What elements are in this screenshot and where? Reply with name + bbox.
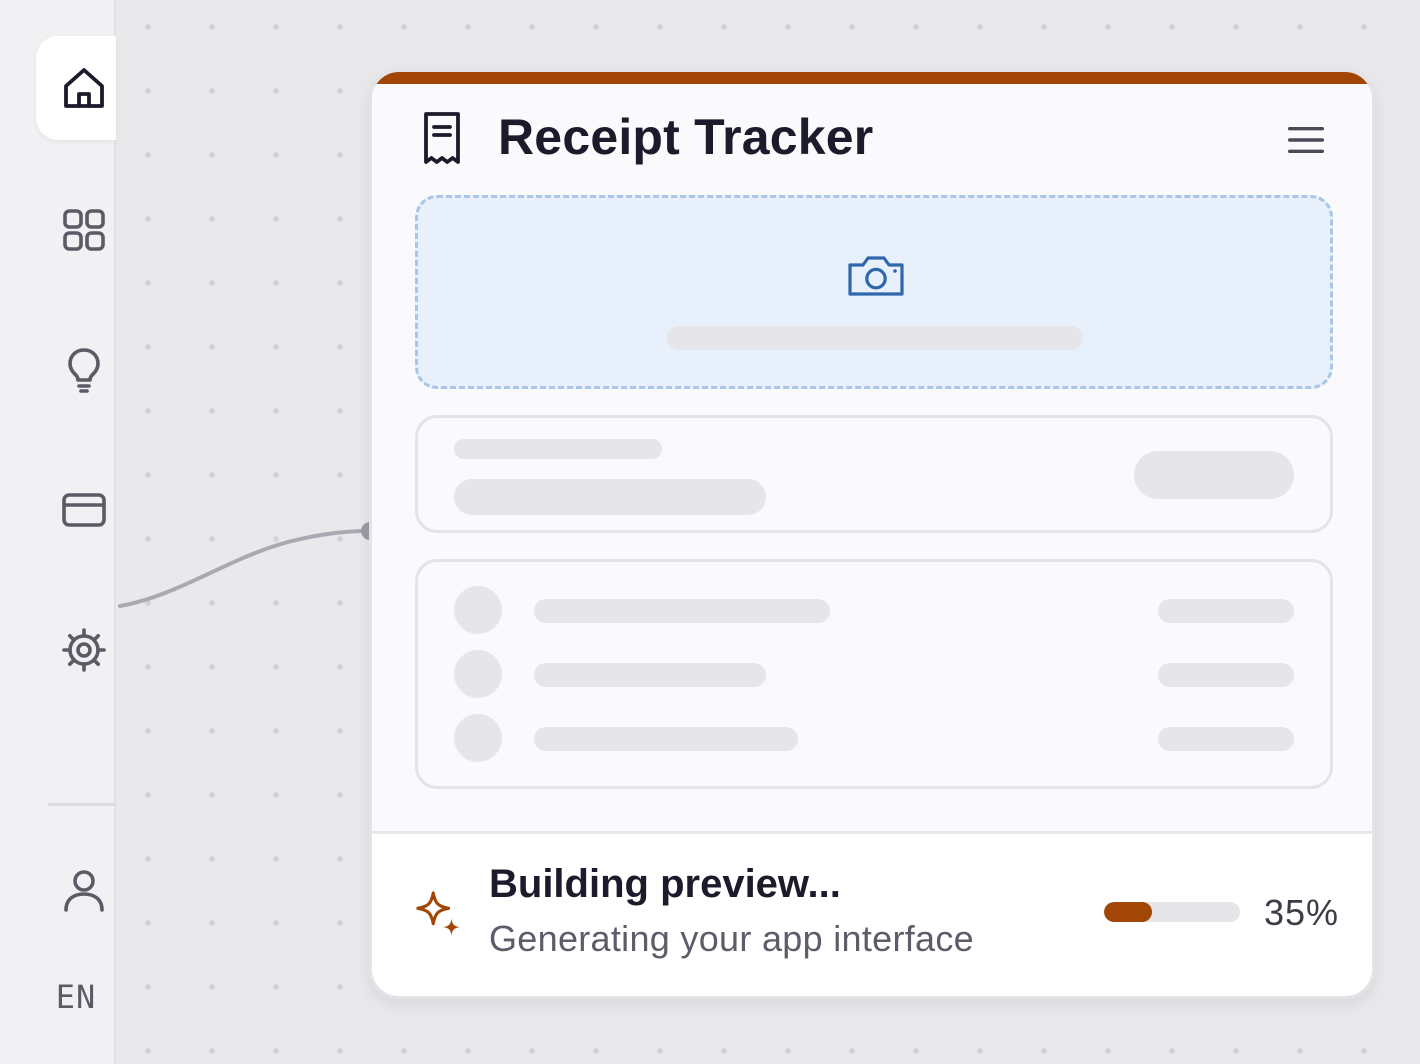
- sidebar-item-apps[interactable]: [36, 178, 116, 282]
- card-accent-bar: [372, 72, 1372, 84]
- sidebar-item-billing[interactable]: [36, 458, 116, 562]
- sidebar-item-ideas[interactable]: [36, 318, 116, 422]
- build-progress-bar: [1104, 902, 1240, 922]
- gear-icon: [62, 628, 106, 672]
- credit-card-icon: [62, 493, 106, 527]
- hamburger-menu-icon[interactable]: [1286, 124, 1326, 156]
- sidebar: EN: [0, 0, 116, 1064]
- list-item-amount-placeholder: [1158, 727, 1294, 751]
- home-icon: [64, 68, 104, 108]
- sidebar-item-settings[interactable]: [36, 598, 116, 702]
- list-item-text-placeholder: [534, 663, 766, 687]
- summary-card-placeholder: [415, 415, 1333, 533]
- receipt-icon: [424, 112, 460, 164]
- app-header: Receipt Tracker: [372, 84, 1372, 194]
- app-preview-card: Receipt Tracker Building preview... Gene…: [369, 69, 1375, 999]
- list-item-avatar-placeholder: [454, 586, 502, 634]
- user-icon: [64, 870, 104, 912]
- grid-icon: [63, 209, 105, 251]
- summary-value-placeholder: [454, 479, 766, 515]
- sidebar-divider: [48, 803, 116, 806]
- list-item-text-placeholder: [534, 727, 798, 751]
- language-selector[interactable]: EN: [36, 978, 116, 1016]
- receipt-upload-zone[interactable]: [415, 195, 1333, 389]
- list-item-amount-placeholder: [1158, 663, 1294, 687]
- list-item-avatar-placeholder: [454, 650, 502, 698]
- list-item-text-placeholder: [534, 599, 830, 623]
- build-progress-percent: 35%: [1264, 892, 1340, 933]
- build-status-bar: Building preview... Generating your app …: [372, 831, 1372, 996]
- camera-icon: [848, 256, 904, 296]
- receipt-list-placeholder: [415, 559, 1333, 789]
- upload-label-placeholder: [667, 326, 1083, 350]
- summary-button-placeholder: [1134, 451, 1294, 499]
- status-title: Building preview...: [489, 862, 841, 906]
- sparkle-icon: [416, 891, 460, 936]
- sidebar-item-home[interactable]: [36, 36, 116, 140]
- sidebar-item-profile[interactable]: [36, 838, 116, 942]
- list-item-avatar-placeholder: [454, 714, 502, 762]
- app-title: Receipt Tracker: [498, 109, 874, 165]
- build-progress-fill: [1104, 902, 1152, 922]
- flow-connector: [118, 522, 379, 608]
- summary-label-placeholder: [454, 439, 662, 459]
- list-item-amount-placeholder: [1158, 599, 1294, 623]
- status-subtitle: Generating your app interface: [489, 918, 974, 959]
- lightbulb-icon: [68, 348, 100, 393]
